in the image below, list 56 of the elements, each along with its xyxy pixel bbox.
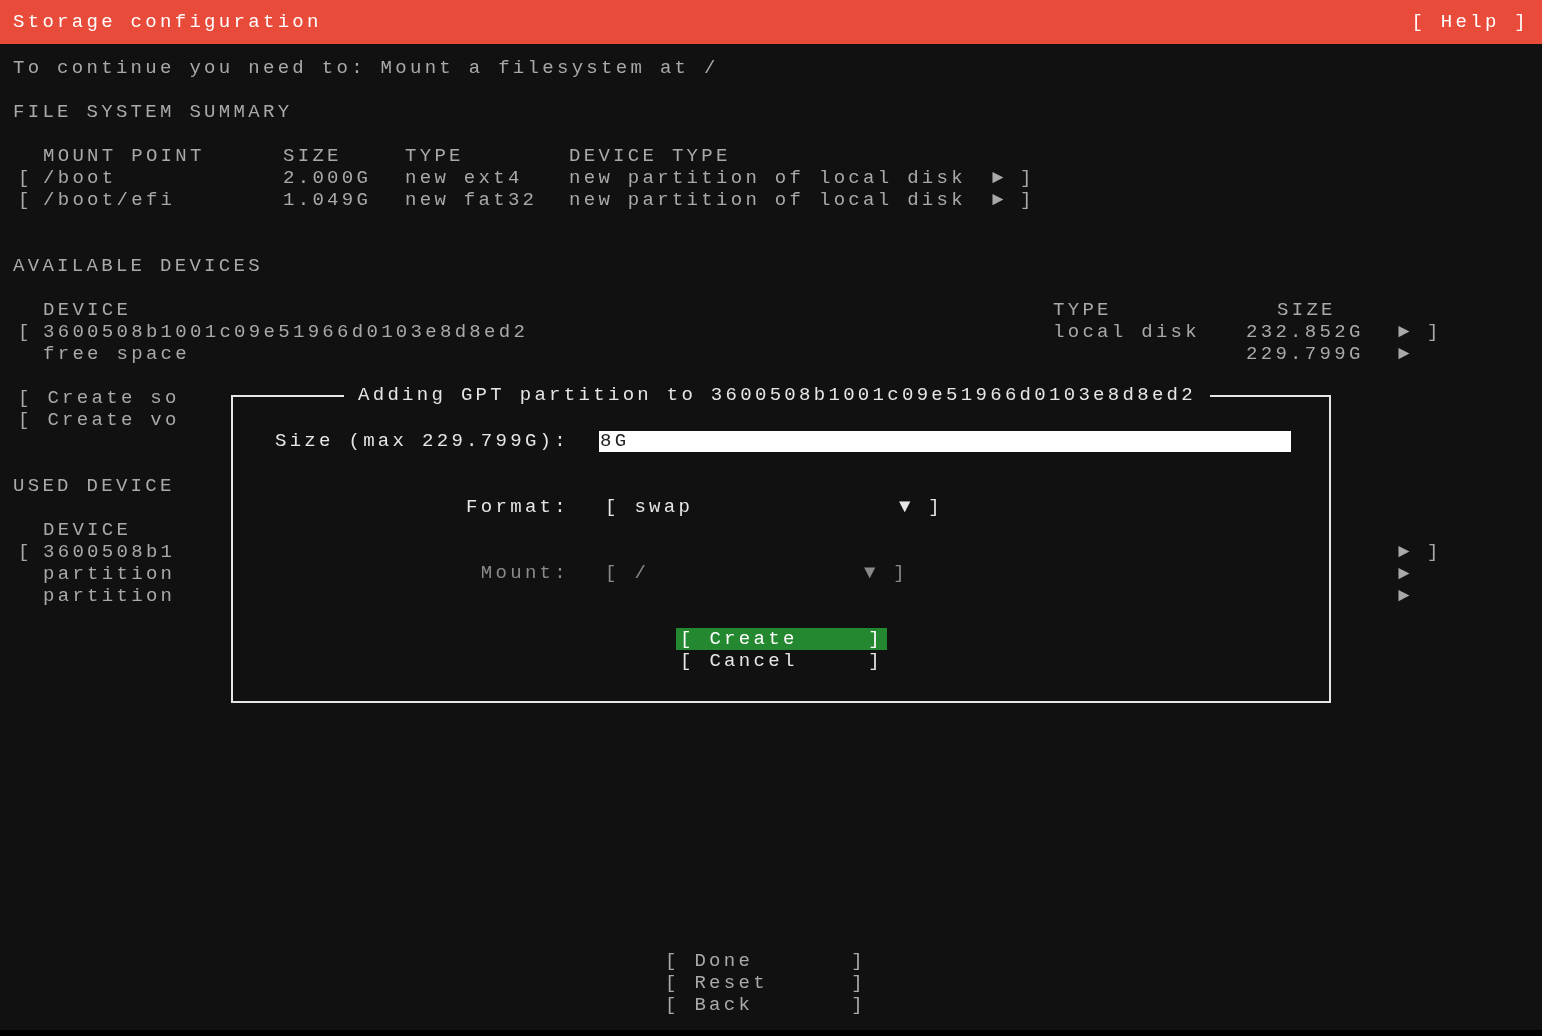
table-cell: new ext4 [405, 167, 523, 189]
window-title: Storage configuration [13, 11, 322, 33]
bracket-text: [ [18, 167, 33, 189]
bracket-text: ] [1020, 167, 1035, 189]
table-cell: 3600508b1 [43, 541, 176, 563]
table-cell: partition [43, 585, 176, 607]
table-cell: /boot/efi [43, 189, 176, 211]
size-input[interactable]: 8G [599, 430, 1291, 452]
field-label: Size (max 229.799G): [274, 430, 569, 452]
arrow-glyph: ► [1398, 321, 1413, 343]
field-label: Mount: [480, 562, 569, 584]
arrow-glyph: ► [1398, 541, 1413, 563]
table-cell: 3600508b1001c09e51966d0103e8d8ed2 [43, 321, 529, 343]
field-label: Format: [466, 496, 569, 518]
notice-text: To continue you need to: Mount a filesystem at / [13, 57, 719, 79]
table-cell: new partition of local disk [569, 189, 966, 211]
help-button[interactable]: [ Help ] [1411, 11, 1529, 33]
footer-button[interactable]: [ Back ] [665, 994, 866, 1016]
column-header: SIZE [1276, 299, 1336, 321]
column-header: DEVICE TYPE [569, 145, 731, 167]
bracket-text: [ [18, 189, 33, 211]
table-cell: new partition of local disk [569, 167, 966, 189]
table-cell: partition [43, 563, 176, 585]
column-header: DEVICE [43, 299, 132, 321]
arrow-glyph: ► [1398, 563, 1413, 585]
section-heading: USED DEVICE [13, 475, 175, 497]
table-cell: 1.049G [283, 189, 372, 211]
table-cell: 2.000G [283, 167, 372, 189]
section-heading: AVAILABLE DEVICES [13, 255, 263, 277]
bracket-text: ] [1427, 541, 1442, 563]
section-heading: FILE SYSTEM SUMMARY [13, 101, 293, 123]
column-header: TYPE [405, 145, 464, 167]
bracket-text: ] [1020, 189, 1035, 211]
table-cell: 229.799G [1246, 343, 1364, 365]
arrow-glyph: ► [1398, 343, 1413, 365]
dropdown[interactable]: [ swap ▼ ] [605, 496, 943, 518]
table-cell: 232.852G [1246, 321, 1364, 343]
arrow-glyph: ► [1398, 585, 1413, 607]
footer-button[interactable]: [ Done ] [665, 950, 866, 972]
column-header: TYPE [1053, 299, 1112, 321]
footer-button[interactable]: [ Reset ] [665, 972, 866, 994]
table-cell: /boot [43, 167, 117, 189]
table-cell: free space [43, 343, 191, 365]
bracket-text: ] [1427, 321, 1442, 343]
bracket-text: [ [18, 321, 33, 343]
column-header: DEVICE [43, 519, 132, 541]
arrow-glyph: ► [992, 189, 1007, 211]
dialog-button[interactable]: [ Cancel ] [676, 650, 887, 672]
table-cell: local disk [1053, 321, 1201, 343]
column-header: SIZE [283, 145, 342, 167]
dialog-title: Adding GPT partition to 3600508b1001c09e51966d0103e8d8ed2 [358, 384, 1196, 406]
arrow-glyph: ► [992, 167, 1007, 189]
bracket-text: [ [18, 541, 33, 563]
table-cell: new fat32 [405, 189, 538, 211]
dialog-button[interactable]: [ Create ] [676, 628, 887, 650]
column-header: MOUNT POINT [43, 145, 205, 167]
